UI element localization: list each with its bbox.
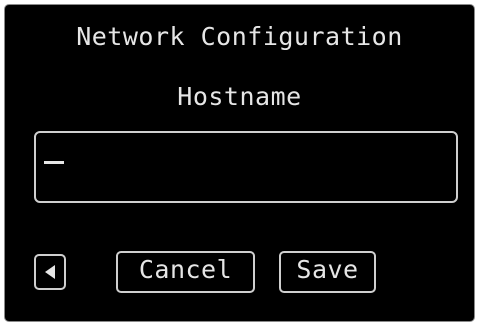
hostname-input[interactable]	[34, 131, 458, 203]
screen-title: Network Configuration	[76, 22, 403, 51]
cancel-button[interactable]: Cancel	[116, 251, 255, 293]
save-button[interactable]: Save	[279, 251, 376, 293]
lcd-screen: Network Configuration Hostname Cancel Sa…	[4, 4, 475, 322]
hostname-label: Hostname	[177, 82, 302, 111]
back-button[interactable]	[34, 254, 66, 290]
left-arrow-icon	[45, 265, 55, 279]
text-cursor	[44, 161, 64, 164]
